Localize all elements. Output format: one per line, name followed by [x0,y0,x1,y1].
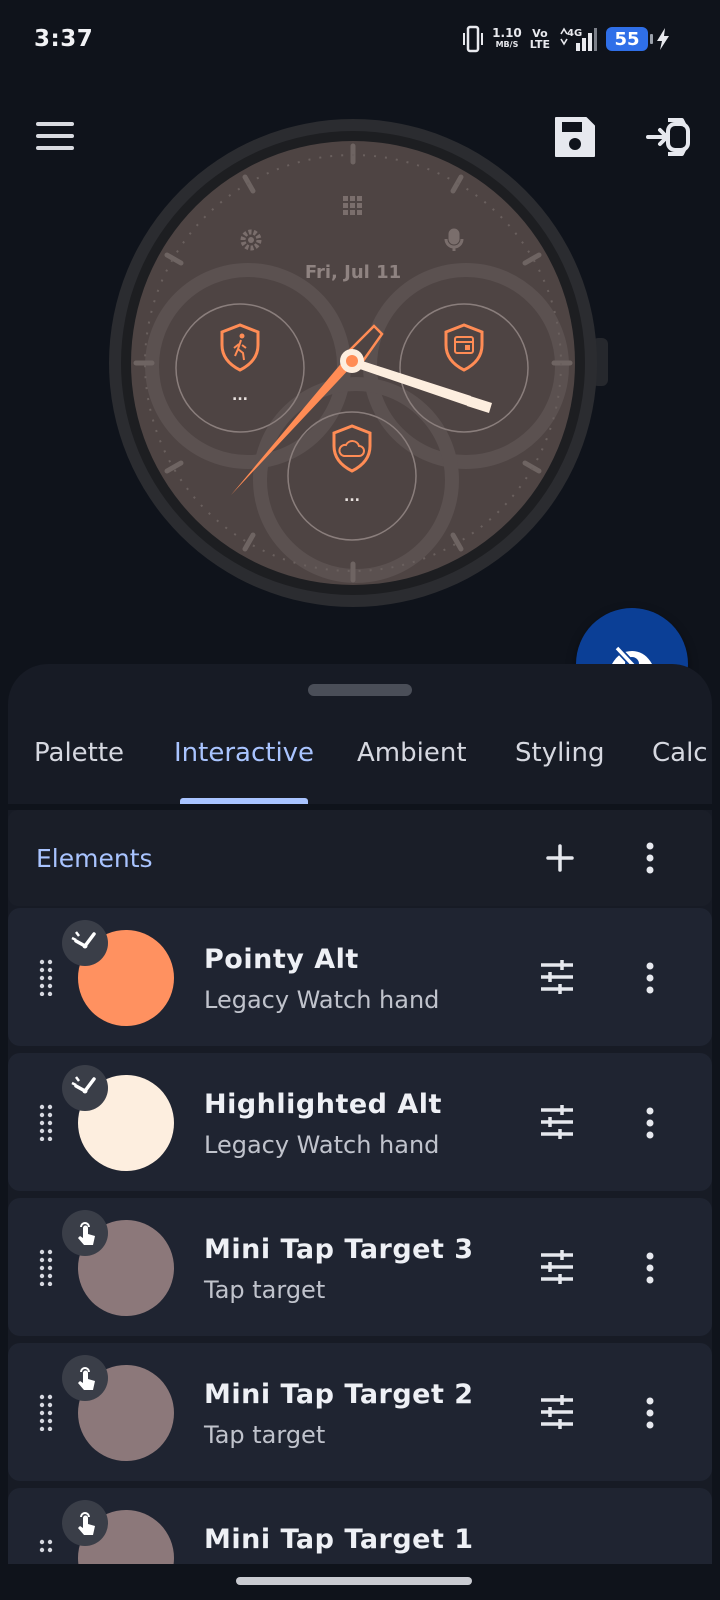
element-row[interactable]: Mini Tap Target 2 Tap target [8,1343,712,1481]
element-row[interactable]: Highlighted Alt Legacy Watch hand [8,1053,712,1191]
element-row[interactable]: Mini Tap Target 1 [8,1488,712,1564]
drag-handle-icon[interactable] [38,1103,54,1141]
drag-handle-icon[interactable] [38,1248,54,1286]
sheet-drag-handle[interactable] [308,684,412,696]
element-subtitle: Legacy Watch hand [204,1131,440,1159]
watch-face-preview[interactable]: Fri, Jul 11 ... ... [108,118,608,618]
menu-icon[interactable] [34,118,76,154]
drag-handle-icon[interactable] [38,958,54,996]
battery-indicator: 55 [606,27,653,51]
status-time: 3:37 [34,26,94,52]
status-bar: 3:37 1.10 MB/S Vo LTE 4G 55 [0,0,720,84]
more-vert-icon[interactable] [638,1248,662,1288]
signal-icon: 4G [560,27,597,51]
watch-date: Fri, Jul 11 [305,262,401,283]
element-row[interactable]: Pointy Alt Legacy Watch hand [8,908,712,1046]
more-vert-icon[interactable] [638,1393,662,1433]
vibrate-icon [463,25,484,53]
apps-grid-icon[interactable] [343,196,362,215]
tap-icon [62,1210,108,1256]
complication-bottom-value: ... [344,489,360,505]
bottom-sheet: Palette Interactive Ambient Styling Calc… [8,664,712,1564]
element-title: Pointy Alt [204,944,359,975]
gesture-nav-bar[interactable] [236,1577,472,1585]
more-vert-icon[interactable] [638,958,662,998]
complication-left-value: ... [232,388,248,404]
element-subtitle: Tap target [204,1276,326,1304]
tab-calc[interactable]: Calc [652,738,708,768]
drag-handle-icon[interactable] [38,1538,54,1564]
volte-indicator: Vo LTE [530,28,550,50]
element-subtitle: Legacy Watch hand [204,986,440,1014]
elements-header: Elements [8,810,712,906]
tune-icon[interactable] [538,1103,576,1141]
more-vert-icon[interactable] [638,838,662,878]
drag-handle-icon[interactable] [38,1393,54,1431]
net-speed-unit: MB/S [495,40,519,49]
add-icon[interactable] [540,838,580,878]
more-vert-icon[interactable] [638,1103,662,1143]
element-subtitle: Tap target [204,1421,326,1449]
element-title: Mini Tap Target 3 [204,1234,474,1265]
element-row[interactable]: Mini Tap Target 3 Tap target [8,1198,712,1336]
elements-title: Elements [36,844,153,873]
charging-icon [657,28,669,50]
tab-bar: Palette Interactive Ambient Styling Calc [8,724,712,804]
tap-icon [62,1500,108,1546]
network-type-label: 4G [567,28,582,39]
element-title: Mini Tap Target 2 [204,1379,474,1410]
tab-palette[interactable]: Palette [34,738,124,768]
tune-icon[interactable] [538,1393,576,1431]
tab-interactive[interactable]: Interactive [174,738,314,768]
clock-hand-icon [62,920,108,966]
element-title: Mini Tap Target 1 [204,1524,474,1555]
tab-ambient[interactable]: Ambient [357,738,467,768]
net-speed: 1.10 MB/S [492,26,522,50]
tap-icon [62,1355,108,1401]
send-to-watch-icon[interactable] [646,114,692,160]
tune-icon[interactable] [538,1248,576,1286]
tab-styling[interactable]: Styling [515,738,605,768]
volte-bottom: LTE [529,38,550,51]
net-speed-value: 1.10 [492,26,522,40]
element-title: Highlighted Alt [204,1089,442,1120]
clock-hand-icon [62,1065,108,1111]
status-icons: 1.10 MB/S Vo LTE 4G 55 [462,24,670,54]
tune-icon[interactable] [538,958,576,996]
